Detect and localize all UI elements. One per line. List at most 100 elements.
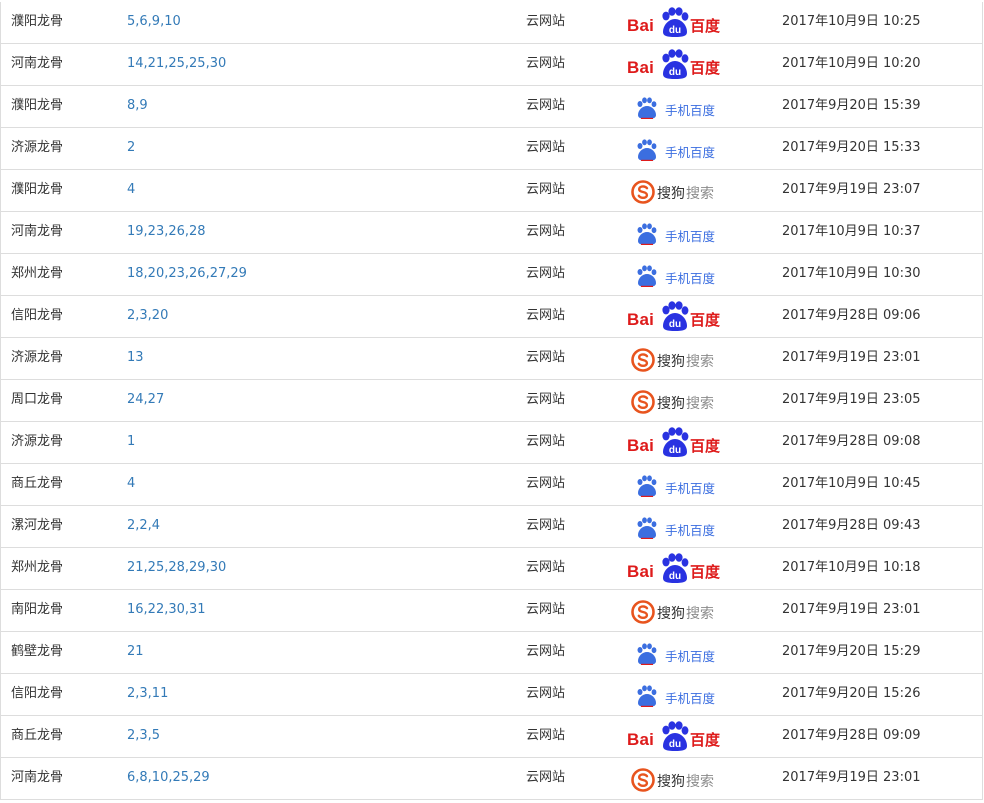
baidu-mobile-logo: 手机百度 xyxy=(627,217,727,247)
rank-link[interactable]: 18,20,23,26,27,29 xyxy=(127,265,247,282)
table-row: 南阳龙骨 16,22,30,31 云网站 搜狗 搜索 2017年9月19日 23:0… xyxy=(1,590,982,632)
rank-link[interactable]: 4 xyxy=(127,475,135,492)
rank-link[interactable]: 2,3,5 xyxy=(127,727,160,744)
baidu-paw-du: du xyxy=(669,319,681,330)
sogou-s-icon xyxy=(631,180,655,204)
engine-cell: Bai du 百度 xyxy=(627,301,737,332)
baidu-logo-text-baidu: 百度 xyxy=(690,731,721,749)
baidu-logo-text-bai: Bai xyxy=(627,436,655,455)
time-cell: 2017年9月19日 23:05 xyxy=(782,392,921,407)
site-cell: 云网站 xyxy=(526,560,566,575)
time-cell: 2017年9月28日 09:09 xyxy=(782,728,921,743)
keyword-cell: 河南龙骨 xyxy=(11,56,64,71)
rank-link[interactable]: 19,23,26,28 xyxy=(127,223,206,240)
time-cell: 2017年9月20日 15:26 xyxy=(782,686,921,701)
baidu-logo-text-baidu: 百度 xyxy=(690,59,721,77)
keyword-cell: 济源龙骨 xyxy=(11,350,64,365)
baidu-paw-icon: du xyxy=(662,301,689,331)
engine-cell: 手机百度 xyxy=(627,679,737,710)
baidu-mobile-logo: 手机百度 xyxy=(627,469,727,499)
site-cell: 云网站 xyxy=(526,140,566,155)
sogou-s-icon xyxy=(631,600,655,624)
time-cell: 2017年9月20日 15:29 xyxy=(782,644,921,659)
baidu-mobile-logo: 手机百度 xyxy=(627,679,727,709)
baidu-paw-icon: du xyxy=(662,427,689,457)
rank-link[interactable]: 21,25,28,29,30 xyxy=(127,559,226,576)
baidu-paw-icon: du xyxy=(662,7,689,37)
time-cell: 2017年9月19日 23:01 xyxy=(782,770,921,785)
baidu-mobile-logo: 手机百度 xyxy=(627,259,727,289)
baidu-logo: Bai du 百度 xyxy=(627,427,731,457)
table-row: 濮阳龙骨 5,6,9,10 云网站 Bai du 百度 2017年10月9日 10:… xyxy=(1,2,982,44)
keyword-cell: 信阳龙骨 xyxy=(11,308,64,323)
sogou-s-icon xyxy=(631,390,655,414)
baidu-paw-icon xyxy=(637,475,657,497)
keyword-cell: 漯河龙骨 xyxy=(11,518,64,533)
baidu-mobile-logo: 手机百度 xyxy=(627,133,727,163)
baidu-paw-icon xyxy=(637,97,657,119)
rank-link[interactable]: 2,2,4 xyxy=(127,517,160,534)
site-cell: 云网站 xyxy=(526,434,566,449)
site-cell: 云网站 xyxy=(526,518,566,533)
engine-cell: 搜狗 搜索 xyxy=(627,595,737,626)
site-cell: 云网站 xyxy=(526,224,566,239)
baidu-paw-icon xyxy=(637,517,657,539)
baidu-logo: Bai du 百度 xyxy=(627,49,731,79)
engine-cell: 搜狗 搜索 xyxy=(627,385,737,416)
rank-link[interactable]: 5,6,9,10 xyxy=(127,13,181,30)
time-cell: 2017年9月19日 23:01 xyxy=(782,602,921,617)
sogou-logo: 搜狗 搜索 xyxy=(627,763,731,793)
time-cell: 2017年9月19日 23:01 xyxy=(782,350,921,365)
keyword-cell: 周口龙骨 xyxy=(11,392,64,407)
baidu-mobile-logo: 手机百度 xyxy=(627,637,727,667)
rank-link[interactable]: 16,22,30,31 xyxy=(127,601,206,618)
baidu-logo: Bai du 百度 xyxy=(627,7,731,37)
keyword-cell: 鹤壁龙骨 xyxy=(11,644,64,659)
keyword-cell: 商丘龙骨 xyxy=(11,476,64,491)
site-cell: 云网站 xyxy=(526,56,566,71)
engine-cell: Bai du 百度 xyxy=(627,553,737,584)
baidu-paw-icon: du xyxy=(662,721,689,751)
engine-cell: 手机百度 xyxy=(627,511,737,542)
rank-link[interactable]: 14,21,25,25,30 xyxy=(127,55,226,72)
rank-link[interactable]: 2 xyxy=(127,139,135,156)
rank-link[interactable]: 4 xyxy=(127,181,135,198)
engine-cell: Bai du 百度 xyxy=(627,427,737,458)
rank-link[interactable]: 24,27 xyxy=(127,391,164,408)
sogou-logo-text-search: 搜索 xyxy=(686,606,714,622)
rank-link[interactable]: 21 xyxy=(127,643,144,660)
baidu-paw-icon xyxy=(637,139,657,161)
site-cell: 云网站 xyxy=(526,266,566,281)
keyword-cell: 濮阳龙骨 xyxy=(11,98,64,113)
keyword-cell: 濮阳龙骨 xyxy=(11,14,64,29)
baidu-paw-icon: du xyxy=(662,49,689,79)
rank-table: 濮阳龙骨 5,6,9,10 云网站 Bai du 百度 2017年10月9日 10:… xyxy=(0,2,983,800)
rank-link[interactable]: 2,3,20 xyxy=(127,307,168,324)
rank-link[interactable]: 1 xyxy=(127,433,135,450)
rank-link[interactable]: 2,3,11 xyxy=(127,685,168,702)
time-cell: 2017年9月20日 15:39 xyxy=(782,98,921,113)
baidu-logo: Bai du 百度 xyxy=(627,721,731,751)
keyword-cell: 濮阳龙骨 xyxy=(11,182,64,197)
table-row: 濮阳龙骨 8,9 云网站 手机百度 2017年9月20日 15:39 xyxy=(1,86,982,128)
time-cell: 2017年9月20日 15:33 xyxy=(782,140,921,155)
site-cell: 云网站 xyxy=(526,182,566,197)
time-cell: 2017年10月9日 10:20 xyxy=(782,56,921,71)
baidu-mobile-logo-text: 手机百度 xyxy=(665,271,716,286)
sogou-logo: 搜狗 搜索 xyxy=(627,343,731,373)
keyword-cell: 济源龙骨 xyxy=(11,140,64,155)
rank-link[interactable]: 8,9 xyxy=(127,97,148,114)
baidu-paw-icon xyxy=(637,223,657,245)
sogou-logo-text-sogou: 搜狗 xyxy=(657,186,685,202)
time-cell: 2017年10月9日 10:25 xyxy=(782,14,921,29)
baidu-mobile-logo: 手机百度 xyxy=(627,511,727,541)
table-row: 河南龙骨 19,23,26,28 云网站 手机百度 2017年10月9日 10:37 xyxy=(1,212,982,254)
rank-link[interactable]: 13 xyxy=(127,349,144,366)
sogou-logo: 搜狗 搜索 xyxy=(627,385,731,415)
keyword-cell: 南阳龙骨 xyxy=(11,602,64,617)
keyword-cell: 郑州龙骨 xyxy=(11,266,64,281)
sogou-logo-text-sogou: 搜狗 xyxy=(657,606,685,622)
site-cell: 云网站 xyxy=(526,308,566,323)
engine-cell: Bai du 百度 xyxy=(627,49,737,80)
rank-link[interactable]: 6,8,10,25,29 xyxy=(127,769,210,786)
